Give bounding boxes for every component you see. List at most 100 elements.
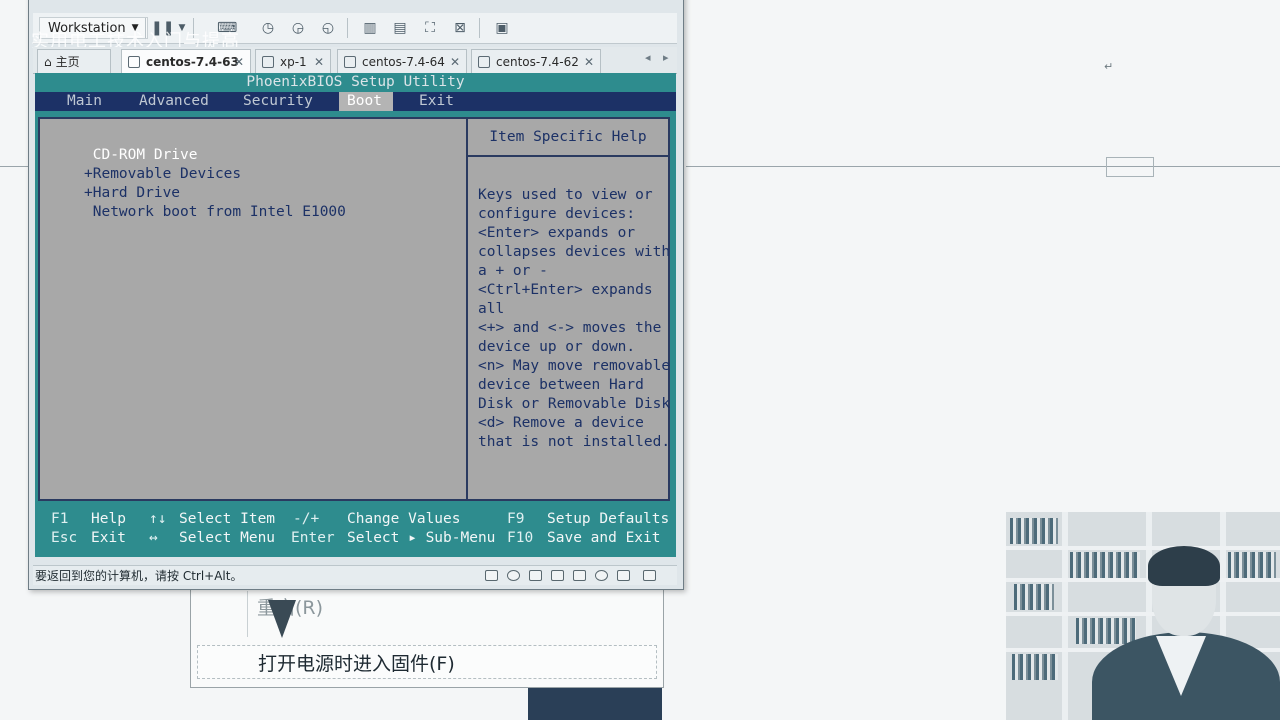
help-line: all: [478, 301, 505, 317]
key-esc-label: Exit: [91, 530, 126, 546]
bookshelf-shelf: [1006, 578, 1280, 582]
toolbar-separator: [479, 18, 480, 38]
key-f10-label: Save and Exit: [547, 530, 661, 546]
taskbar-fragment: [528, 688, 662, 720]
close-icon[interactable]: ✕: [314, 55, 324, 69]
close-icon[interactable]: ✕: [584, 55, 594, 69]
bookshelf-post: [1062, 512, 1068, 720]
tab-label: centos-7.4-62: [496, 54, 579, 69]
help-line: <Enter> expands or: [478, 225, 636, 241]
display-icon[interactable]: [617, 570, 630, 581]
key-esc: Esc: [51, 530, 78, 546]
books: [1010, 518, 1058, 544]
printer-icon[interactable]: [573, 570, 586, 581]
usb-icon[interactable]: [551, 570, 564, 581]
tab-xp-1[interactable]: xp-1 ✕: [255, 49, 331, 73]
key-updown-label: Select Item: [179, 511, 276, 527]
key-minus-plus-label: Change Values: [347, 511, 461, 527]
tab-label: centos-7.4-64: [362, 54, 445, 69]
bios-menu-boot[interactable]: Boot: [339, 92, 393, 111]
network-icon[interactable]: [529, 570, 542, 581]
unity-icon[interactable]: ⊠: [451, 19, 469, 37]
tab-label: centos-7.4-63: [146, 54, 239, 69]
tab-label: 主页: [55, 55, 80, 69]
doc-rule-line: [0, 166, 28, 167]
key-f9-label: Setup Defaults: [547, 511, 670, 527]
presenter-hair: [1148, 546, 1220, 586]
tab-centos-7-4-64[interactable]: centos-7.4-64 ✕: [337, 49, 467, 73]
tab-centos-7-4-63[interactable]: centos-7.4-63 ✕: [121, 49, 251, 73]
key-leftright: ↔: [149, 530, 158, 546]
sound-icon[interactable]: [595, 570, 608, 581]
home-icon: ⌂: [44, 54, 52, 69]
vm-icon: [262, 55, 274, 68]
snapshot-icon[interactable]: ◷: [259, 19, 277, 37]
books: [1012, 654, 1058, 680]
key-enter-label: Select ▸ Sub-Menu: [347, 530, 496, 546]
help-line: device between Hard: [478, 377, 644, 393]
boot-item-hard-drive[interactable]: +Hard Drive: [84, 184, 180, 203]
doc-rule-line: [686, 166, 1280, 167]
vm-icon: [128, 55, 140, 68]
thumbnail-view-icon[interactable]: ▤: [391, 19, 409, 37]
bookshelf-shelf: [1006, 612, 1280, 616]
bookshelf-shelf: [1006, 546, 1280, 550]
help-line: device up or down.: [478, 339, 636, 355]
help-line: Keys used to view or: [478, 187, 653, 203]
message-icon[interactable]: [643, 570, 656, 581]
help-line: Disk or Removable Disk: [478, 396, 671, 412]
fullscreen-icon[interactable]: ⛶: [421, 19, 439, 37]
library-view-icon[interactable]: ▥: [361, 19, 379, 37]
help-line: that is not installed.: [478, 434, 671, 450]
hard-disk-icon[interactable]: [485, 570, 498, 581]
menu-item-power-on-to-firmware[interactable]: 打开电源时进入固件(F): [197, 645, 657, 679]
help-line: <+> and <-> moves the: [478, 320, 662, 336]
key-f10: F10: [507, 530, 534, 546]
boot-item-cd-rom[interactable]: CD-ROM Drive: [84, 146, 198, 165]
vm-power-context-menu: 重启(R) 打开电源时进入固件(F): [190, 586, 664, 688]
close-icon[interactable]: ✕: [234, 55, 244, 69]
vm-icon: [478, 55, 490, 68]
boot-item-removable[interactable]: +Removable Devices: [84, 165, 241, 184]
revert-snapshot-icon[interactable]: ◶: [289, 19, 307, 37]
key-f1-label: Help: [91, 511, 126, 527]
books: [1228, 552, 1276, 578]
panel-divider: [466, 119, 468, 499]
bios-menu-security[interactable]: Security: [235, 92, 321, 111]
chevron-right-icon[interactable]: ▸: [663, 51, 669, 64]
console-view-icon[interactable]: ▣: [493, 19, 511, 37]
bios-boot-panel: CD-ROM Drive +Removable Devices +Hard Dr…: [38, 117, 670, 501]
tab-home[interactable]: ⌂ 主页: [37, 49, 111, 73]
bios-menubar: Main Advanced Security Boot Exit: [35, 92, 676, 111]
books: [1070, 552, 1140, 578]
key-updown: ↑↓: [149, 511, 167, 527]
vm-icon: [344, 55, 356, 68]
books: [1014, 584, 1054, 610]
vmware-window: Workstation ▼ ❚❚ ▼ ⌨ ◷ ◶ ◵ ▥ ▤ ⛶ ⊠ ▣ 实用电…: [28, 0, 684, 590]
bios-key-legend: F1 Help ↑↓ Select Item -/+ Change Values…: [35, 507, 676, 547]
help-line: <d> Remove a device: [478, 415, 644, 431]
status-bar: 要返回到您的计算机，请按 Ctrl+Alt。: [33, 565, 677, 585]
menu-item-restart[interactable]: 重启(R): [197, 589, 657, 623]
help-line: collapses devices with: [478, 244, 671, 260]
books: [1076, 618, 1136, 644]
key-leftright-label: Select Menu: [179, 530, 276, 546]
snapshot-manager-icon[interactable]: ◵: [319, 19, 337, 37]
vm-console-bios[interactable]: PhoenixBIOS Setup Utility Main Advanced …: [35, 73, 676, 557]
key-minus-plus: -/+: [293, 511, 320, 527]
help-title: Item Specific Help: [468, 119, 668, 157]
doc-ruler-marker: [1106, 157, 1154, 177]
bios-menu-advanced[interactable]: Advanced: [131, 92, 217, 111]
chevron-left-icon[interactable]: ◂: [645, 51, 651, 64]
toolbar-separator: [347, 18, 348, 38]
key-enter: Enter: [291, 530, 335, 546]
tab-centos-7-4-62[interactable]: centos-7.4-62 ✕: [471, 49, 601, 73]
boot-item-network[interactable]: Network boot from Intel E1000: [84, 203, 346, 222]
cd-rom-icon[interactable]: [507, 570, 520, 581]
bios-menu-main[interactable]: Main: [59, 92, 110, 111]
bios-menu-exit[interactable]: Exit: [411, 92, 462, 111]
help-line: <Ctrl+Enter> expands: [478, 282, 653, 298]
close-icon[interactable]: ✕: [450, 55, 460, 69]
key-f9: F9: [507, 511, 525, 527]
status-text: 要返回到您的计算机，请按 Ctrl+Alt。: [35, 569, 243, 583]
